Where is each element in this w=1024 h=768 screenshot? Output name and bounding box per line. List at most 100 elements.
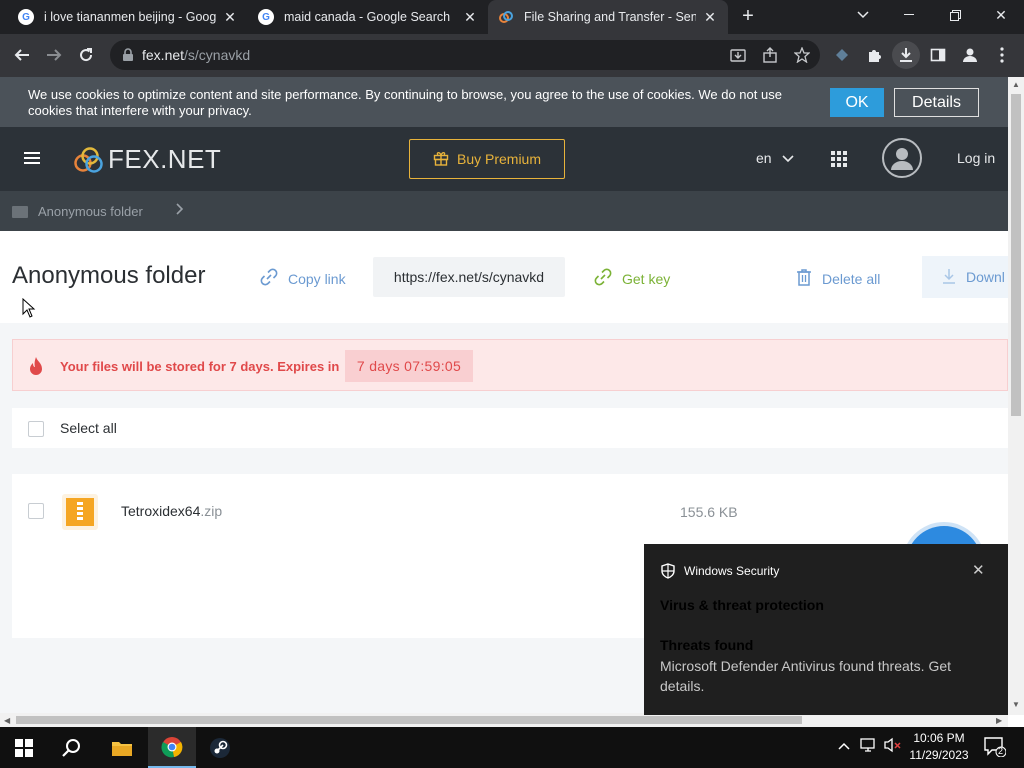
expiry-timer: 7 days 07:59:05	[345, 350, 473, 382]
empty-panel	[12, 546, 712, 638]
toast-subheading: Threats found	[660, 637, 754, 653]
toast-app-name: Windows Security	[684, 564, 780, 578]
url-path: /s/cynavkd	[184, 47, 251, 63]
expiry-message: Your files will be stored for 7 days. Ex…	[60, 359, 340, 374]
get-key-label: Get key	[622, 270, 671, 287]
user-avatar-icon[interactable]	[882, 138, 922, 178]
copy-link-button[interactable]: Copy link	[260, 268, 346, 289]
login-link[interactable]: Log in	[957, 150, 995, 166]
chevron-down-icon	[782, 150, 794, 166]
steam-icon[interactable]	[196, 727, 244, 768]
toast-body: Microsoft Defender Antivirus found threa…	[660, 658, 952, 694]
vertical-scroll-thumb[interactable]	[1011, 94, 1021, 416]
language-label: en	[756, 150, 772, 166]
windows-start-icon[interactable]	[0, 727, 48, 768]
clock-date: 11/29/2023	[909, 748, 969, 762]
fex-logo-icon	[74, 146, 103, 173]
toast-close-icon[interactable]: ✕	[972, 561, 985, 579]
lock-icon[interactable]	[122, 48, 134, 62]
tab-search-chevron-icon[interactable]	[840, 0, 886, 30]
extension-icon[interactable]	[828, 41, 856, 69]
file-explorer-icon[interactable]	[98, 727, 146, 768]
fex-cloud-icon	[498, 9, 514, 25]
select-all-checkbox[interactable]	[28, 421, 44, 437]
reload-icon[interactable]	[72, 41, 100, 69]
url-text[interactable]: fex.net/s/cynavkd	[142, 47, 250, 63]
scroll-right-arrow-icon[interactable]: ▶	[996, 716, 1002, 725]
google-g-icon: G	[258, 9, 274, 25]
file-checkbox[interactable]	[28, 503, 44, 519]
breadcrumb-folder-link[interactable]: Anonymous folder	[38, 204, 143, 219]
share-icon[interactable]	[756, 41, 784, 69]
restore-window-button[interactable]	[932, 0, 978, 30]
tab-title: File Sharing and Transfer - Send	[524, 10, 696, 24]
new-tab-button[interactable]: +	[736, 5, 760, 29]
scroll-left-arrow-icon[interactable]: ◀	[4, 716, 10, 725]
page-title: Anonymous folder	[12, 262, 206, 289]
hamburger-menu-icon[interactable]	[24, 152, 40, 165]
file-size: 155.6 KB	[680, 504, 738, 520]
profile-icon[interactable]	[956, 41, 984, 69]
extensions-puzzle-icon[interactable]	[860, 41, 888, 69]
google-g-icon: G	[18, 9, 34, 25]
delete-all-label: Delete all	[822, 270, 881, 287]
mouse-cursor-icon	[22, 297, 36, 323]
taskbar-clock[interactable]: 10:06 PM 11/29/2023	[904, 730, 974, 764]
shield-icon	[660, 563, 676, 584]
tab-google-2[interactable]: G maid canada - Google Search ✕	[248, 0, 488, 34]
file-basename: Tetroxidex64	[121, 503, 201, 519]
breadcrumb	[0, 191, 1008, 231]
clock-time: 10:06 PM	[913, 731, 965, 745]
folder-icon	[12, 206, 28, 218]
fire-icon	[28, 356, 44, 381]
cookie-details-button[interactable]: Details	[894, 88, 979, 117]
link-icon	[594, 268, 612, 289]
minimize-window-button[interactable]	[886, 0, 932, 30]
share-link-field[interactable]: https://fex.net/s/cynavkd	[373, 257, 565, 297]
gift-icon	[433, 150, 449, 169]
downloads-icon[interactable]	[892, 41, 920, 69]
tab-fex-active[interactable]: File Sharing and Transfer - Send ✕	[488, 0, 728, 34]
search-icon[interactable]	[48, 727, 96, 768]
copy-link-label: Copy link	[288, 270, 346, 287]
close-tab-icon[interactable]: ✕	[462, 9, 478, 26]
notification-count: 2	[998, 746, 1004, 756]
notification-center-icon[interactable]: 2	[984, 737, 1007, 760]
install-app-icon[interactable]	[724, 41, 752, 69]
apps-grid-icon[interactable]	[831, 151, 847, 167]
select-all-label[interactable]: Select all	[60, 420, 117, 436]
close-window-button[interactable]: ✕	[978, 0, 1024, 30]
chevron-right-icon	[176, 202, 184, 218]
toast-heading: Virus & threat protection	[660, 597, 824, 613]
zip-file-icon	[62, 494, 98, 530]
side-panel-icon[interactable]	[924, 41, 952, 69]
tab-title: maid canada - Google Search	[284, 10, 451, 24]
chrome-taskbar-icon[interactable]	[148, 727, 196, 768]
select-all-row	[12, 408, 1008, 448]
site-logo[interactable]: FEX.NET	[72, 144, 221, 175]
forward-arrow-icon[interactable]	[40, 41, 68, 69]
network-icon[interactable]	[860, 737, 878, 756]
file-extension: .zip	[200, 503, 223, 519]
show-hidden-icons-chevron-icon[interactable]	[838, 737, 850, 753]
scroll-down-arrow-icon[interactable]: ▼	[1012, 700, 1020, 709]
delete-all-button[interactable]: Delete all	[796, 268, 880, 289]
download-label: Downl	[966, 269, 1005, 285]
more-menu-icon[interactable]	[988, 41, 1016, 69]
download-all-button[interactable]: Downl	[922, 256, 1008, 298]
back-arrow-icon[interactable]	[8, 41, 36, 69]
buy-premium-button[interactable]: Buy Premium	[409, 139, 565, 179]
trash-icon	[796, 268, 812, 289]
scroll-up-arrow-icon[interactable]: ▲	[1012, 80, 1020, 89]
file-name[interactable]: Tetroxidex64.zip	[121, 503, 222, 519]
volume-muted-icon[interactable]	[884, 737, 902, 756]
tab-google-1[interactable]: G i love tiananmen beijing - Googl ✕	[8, 0, 248, 34]
close-tab-icon[interactable]: ✕	[222, 9, 238, 26]
cookie-ok-button[interactable]: OK	[830, 88, 884, 117]
get-key-button[interactable]: Get key	[594, 268, 670, 289]
horizontal-scroll-thumb[interactable]	[16, 716, 802, 724]
close-tab-icon[interactable]: ✕	[702, 9, 718, 26]
bookmark-star-icon[interactable]	[788, 41, 816, 69]
link-icon	[260, 268, 278, 289]
language-selector[interactable]: en	[756, 150, 794, 166]
